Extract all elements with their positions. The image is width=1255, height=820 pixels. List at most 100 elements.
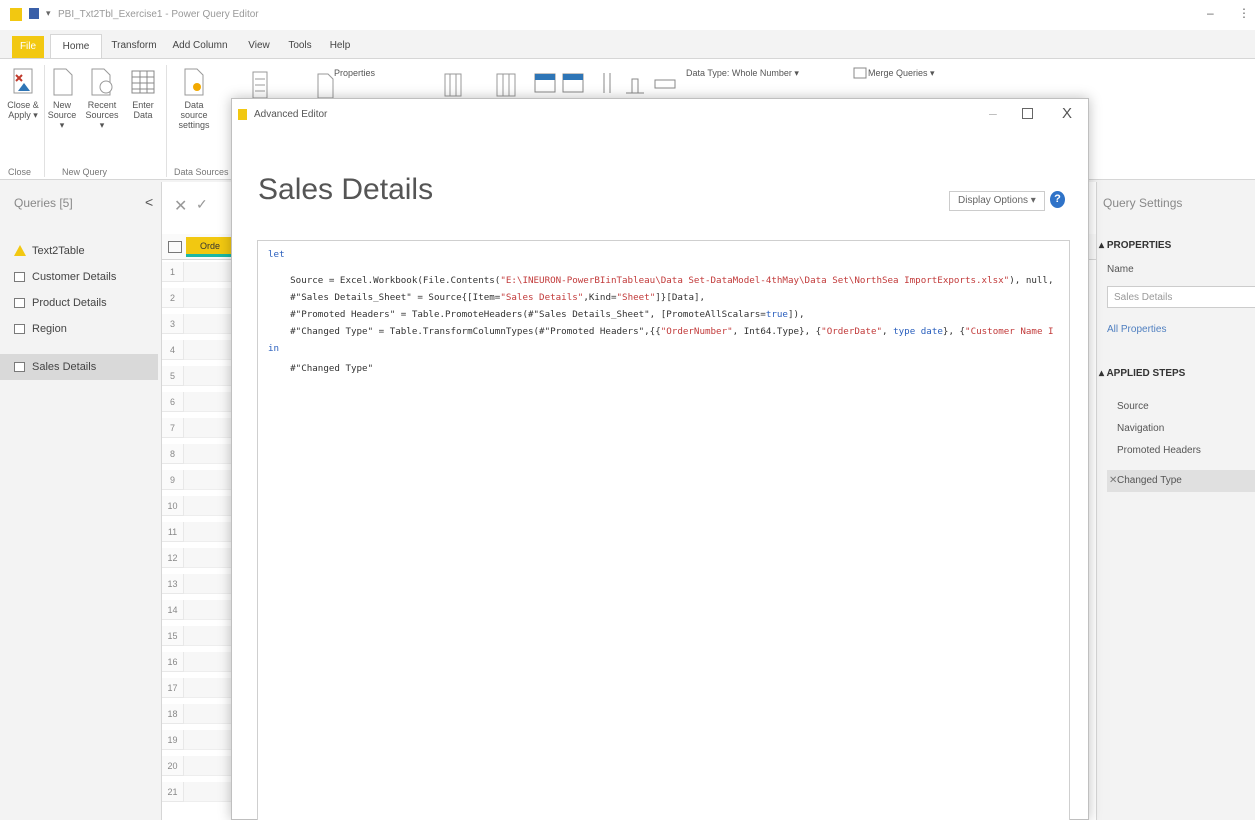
formula-cancel-button[interactable]: ✕ <box>174 196 187 216</box>
query-item-label: Product Details <box>32 297 107 309</box>
display-options-dropdown[interactable]: Display Options ▾ <box>949 191 1045 211</box>
code-string: "Sheet" <box>616 292 656 303</box>
group-by-icon[interactable] <box>654 75 676 91</box>
row-number[interactable]: 10 <box>162 496 184 516</box>
row-number[interactable]: 2 <box>162 288 184 308</box>
code-line: #"Sales Details_Sheet" = Source{[Item= "S… <box>268 292 1069 303</box>
row-number[interactable]: 13 <box>162 574 184 594</box>
data-source-settings-button[interactable]: Data source settings <box>172 67 216 130</box>
data-type-dropdown[interactable]: Data Type: Whole Number ▾ <box>686 68 799 78</box>
dialog-minimize-button[interactable]: – <box>989 105 997 121</box>
m-code-editor[interactable]: let Source = Excel.Workbook(File.Content… <box>257 240 1070 820</box>
query-item-label: Customer Details <box>32 271 117 283</box>
refresh-preview-icon[interactable] <box>316 73 334 99</box>
step-source[interactable]: Source <box>1107 396 1255 418</box>
code-string: "OrderDate" <box>821 326 883 337</box>
tab-file[interactable]: File <box>12 36 44 58</box>
properties-button[interactable]: Properties <box>334 68 375 78</box>
merge-queries-label: Merge Queries ▾ <box>868 68 935 78</box>
save-icon[interactable] <box>29 8 39 19</box>
row-number[interactable]: 14 <box>162 600 184 620</box>
formula-confirm-button[interactable]: ✓ <box>196 196 208 213</box>
step-navigation[interactable]: Navigation <box>1107 418 1255 440</box>
row-number[interactable]: 20 <box>162 756 184 776</box>
row-number[interactable]: 17 <box>162 678 184 698</box>
tab-tools[interactable]: Tools <box>284 34 316 58</box>
minimize-window-button[interactable]: – <box>1207 6 1214 20</box>
merge-queries-icon <box>853 67 867 79</box>
window-menu-icon[interactable]: ⋮ <box>1238 6 1250 20</box>
properties-section-text: PROPERTIES <box>1106 240 1172 251</box>
step-changed-type[interactable]: ✕ Changed Type <box>1107 470 1255 492</box>
quick-access-caret[interactable]: ▾ <box>46 8 51 19</box>
row-number[interactable]: 11 <box>162 522 184 542</box>
ribbon-tabs: File Home Transform Add Column View Tool… <box>0 34 1255 58</box>
row-number[interactable]: 5 <box>162 366 184 386</box>
code-text: #"Changed Type" = Table.TransformColumnT… <box>268 326 661 337</box>
row-number[interactable]: 16 <box>162 652 184 672</box>
row-number[interactable]: 15 <box>162 626 184 646</box>
table-grid-icon <box>131 70 155 94</box>
code-text: #"Sales Details_Sheet" = Source{[Item= <box>268 292 501 303</box>
row-number[interactable]: 4 <box>162 340 184 360</box>
split-column-icon[interactable] <box>624 73 646 95</box>
recent-sources-icon <box>91 68 113 96</box>
help-icon[interactable]: ? <box>1050 191 1065 208</box>
group-close-label: Close <box>8 167 32 177</box>
applied-steps-section-label[interactable]: ▴ APPLIED STEPS <box>1099 368 1185 379</box>
table-menu-icon[interactable] <box>168 241 182 253</box>
query-item-product-details[interactable]: Product Details <box>0 290 158 316</box>
query-item-label: Region <box>32 323 67 335</box>
remove-rows-icon[interactable] <box>562 73 584 93</box>
queries-header: Queries [5] <box>14 196 73 210</box>
all-properties-link[interactable]: All Properties <box>1107 324 1166 335</box>
keyword-let: let <box>268 249 285 260</box>
row-number[interactable]: 6 <box>162 392 184 412</box>
row-number[interactable]: 19 <box>162 730 184 750</box>
collapse-queries-button[interactable]: < <box>145 194 153 210</box>
choose-columns-icon[interactable] <box>444 73 462 97</box>
row-number[interactable]: 8 <box>162 444 184 464</box>
row-number[interactable]: 9 <box>162 470 184 490</box>
query-item-sales-details[interactable]: Sales Details <box>0 354 158 380</box>
tab-transform[interactable]: Transform <box>106 34 162 58</box>
new-source-button[interactable]: New Source ▾ <box>46 67 78 130</box>
step-label: Changed Type <box>1117 475 1182 486</box>
merge-queries-button[interactable]: Merge Queries ▾ <box>868 68 935 78</box>
row-number[interactable]: 3 <box>162 314 184 334</box>
sort-icon[interactable] <box>600 71 614 95</box>
delete-step-icon[interactable]: ✕ <box>1109 470 1117 492</box>
applied-steps-section-text: APPLIED STEPS <box>1106 368 1186 379</box>
dialog-close-button[interactable]: X <box>1062 105 1072 122</box>
tab-view[interactable]: View <box>246 34 272 58</box>
row-number[interactable]: 18 <box>162 704 184 724</box>
window-title: PBI_Txt2Tbl_Exercise1 - Power Query Edit… <box>58 9 259 20</box>
query-name-input[interactable] <box>1107 286 1255 308</box>
recent-sources-button[interactable]: Recent Sources ▾ <box>82 67 122 130</box>
tab-add-column[interactable]: Add Column <box>168 34 232 58</box>
ribbon-separator <box>44 65 45 177</box>
step-label: Source <box>1117 401 1149 412</box>
code-line: let <box>268 249 1069 260</box>
query-item-region[interactable]: Region <box>0 316 158 342</box>
manage-parameters-icon[interactable] <box>252 71 268 99</box>
step-promoted-headers[interactable]: Promoted Headers <box>1107 440 1255 462</box>
row-number[interactable]: 12 <box>162 548 184 568</box>
dialog-maximize-button[interactable] <box>1022 108 1033 119</box>
row-number[interactable]: 1 <box>162 262 184 282</box>
tab-home[interactable]: Home <box>50 34 102 58</box>
row-number[interactable]: 7 <box>162 418 184 438</box>
tab-help[interactable]: Help <box>326 34 354 58</box>
properties-section-label[interactable]: ▴ PROPERTIES <box>1099 240 1171 251</box>
enter-data-button[interactable]: Enter Data <box>126 67 160 120</box>
remove-columns-icon[interactable] <box>496 73 516 97</box>
query-item-text2table[interactable]: Text2Table <box>0 238 158 264</box>
row-number[interactable]: 21 <box>162 782 184 802</box>
close-apply-button[interactable]: Close & Apply ▾ <box>4 67 42 120</box>
code-keyword: true <box>765 309 788 320</box>
query-item-customer-details[interactable]: Customer Details <box>0 264 158 290</box>
keep-rows-icon[interactable] <box>534 73 556 93</box>
power-query-app-icon <box>10 8 22 21</box>
code-text: , Int64.Type}, { <box>732 326 822 337</box>
title-bar: ▾ PBI_Txt2Tbl_Exercise1 - Power Query Ed… <box>0 0 1255 30</box>
